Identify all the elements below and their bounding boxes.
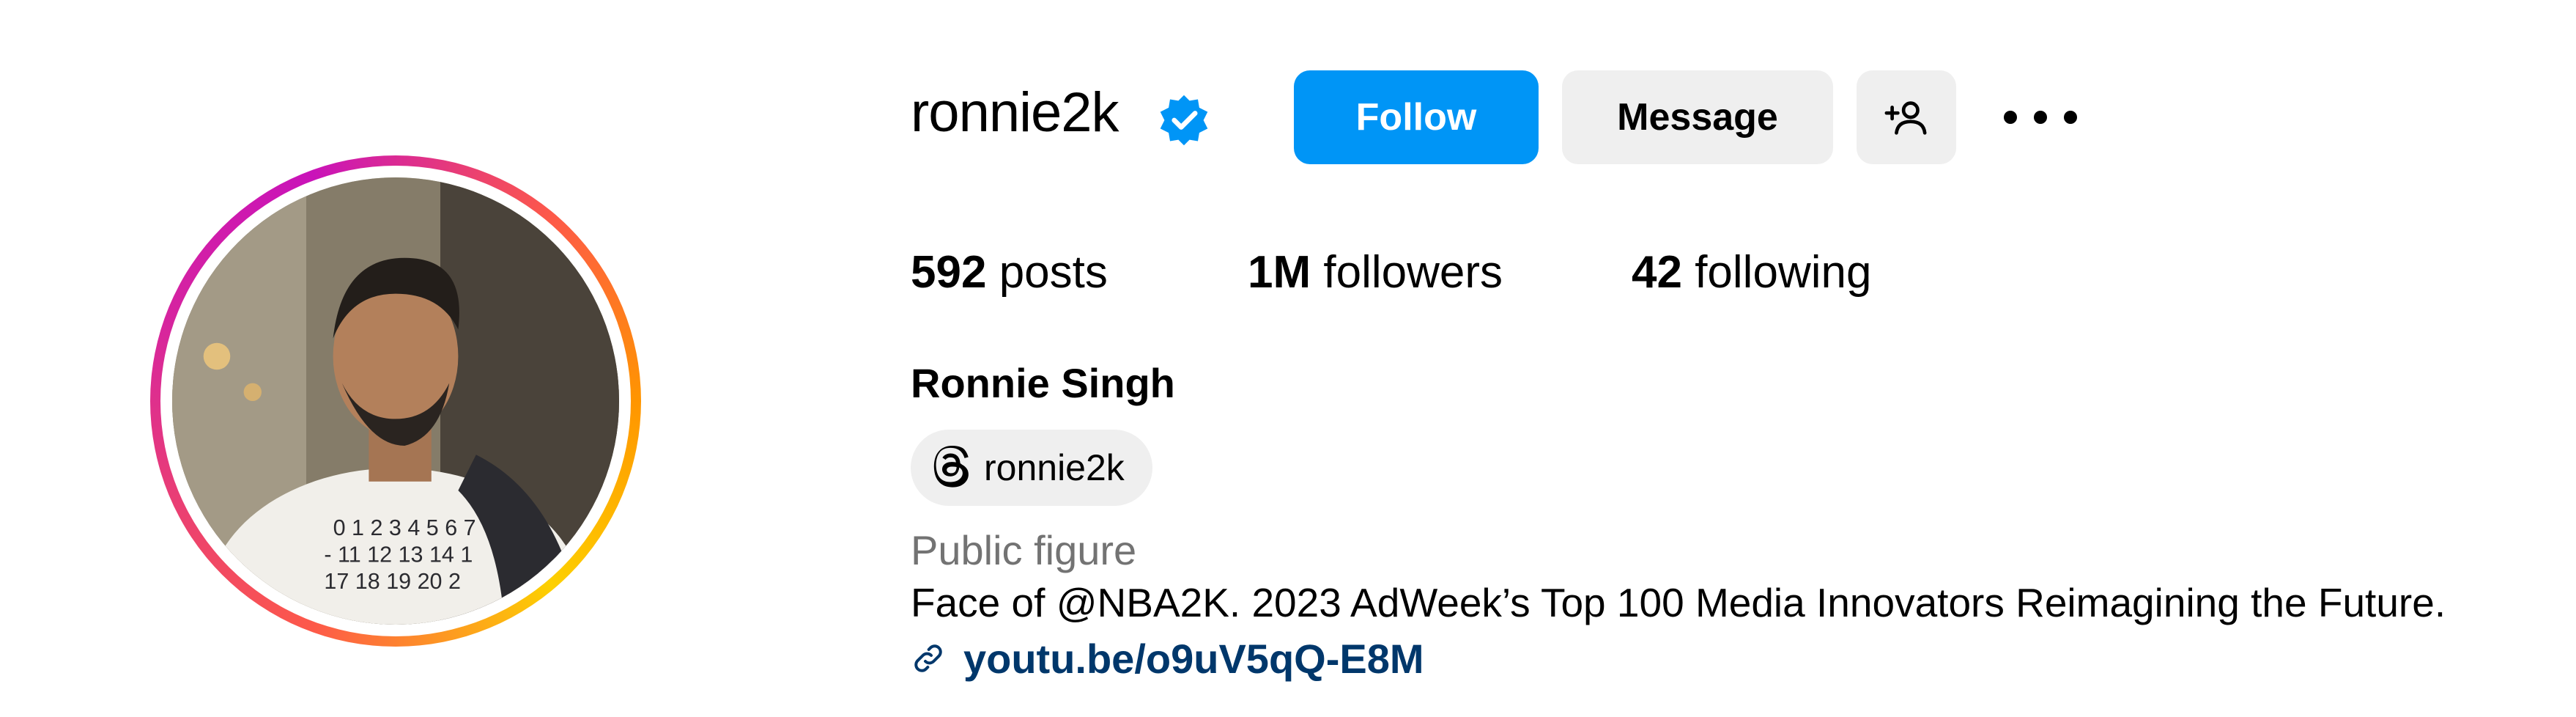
avatar-photo: 0 1 2 3 4 5 6 7 - 11 12 13 14 1 17 18 19… (172, 177, 619, 625)
following-label: following (1695, 247, 1872, 298)
threads-handle: ronnie2k (984, 447, 1125, 488)
username: ronnie2k (911, 81, 1119, 144)
posts-count: 592 posts (911, 246, 1108, 298)
suggested-users-button[interactable] (1857, 70, 1956, 164)
external-link[interactable]: youtu.be/o9uV5qQ-E8M (911, 632, 1424, 685)
follow-button[interactable]: Follow (1294, 70, 1539, 164)
more-dot (2064, 111, 2077, 124)
category-label: Public figure (911, 527, 1137, 573)
followers-link[interactable]: 1M followers (1248, 246, 1503, 298)
more-dot (2004, 111, 2017, 124)
threads-icon (933, 446, 969, 488)
posts-label: posts (999, 247, 1108, 298)
link-icon (914, 644, 942, 672)
avatar[interactable]: 0 1 2 3 4 5 6 7 - 11 12 13 14 1 17 18 19… (172, 177, 619, 625)
bio-text: Face of @NBA2K. 2023 AdWeek’s Top 100 Me… (911, 580, 2446, 625)
more-dot (2034, 111, 2047, 124)
threads-badge[interactable]: ronnie2k (911, 430, 1152, 506)
following-link[interactable]: 42 following (1632, 246, 1871, 298)
svg-text:17 18 19 20 2: 17 18 19 20 2 (324, 569, 461, 594)
followers-number: 1M (1248, 247, 1311, 298)
posts-number: 592 (911, 247, 987, 298)
message-button[interactable]: Message (1562, 70, 1833, 164)
external-link-text[interactable]: youtu.be/o9uV5qQ-E8M (963, 635, 1424, 683)
svg-text:0 1 2 3 4 5 6 7: 0 1 2 3 4 5 6 7 (333, 515, 476, 540)
followers-label: followers (1323, 247, 1503, 298)
verified-badge-icon (1160, 95, 1208, 146)
person-plus-icon (1884, 101, 1927, 135)
svg-text:- 11 12 13 14 1: - 11 12 13 14 1 (324, 543, 473, 567)
more-options-icon[interactable] (2004, 95, 2077, 139)
story-ring[interactable]: 0 1 2 3 4 5 6 7 - 11 12 13 14 1 17 18 19… (150, 155, 641, 647)
following-number: 42 (1632, 247, 1682, 298)
full-name: Ronnie Singh (911, 360, 1175, 406)
